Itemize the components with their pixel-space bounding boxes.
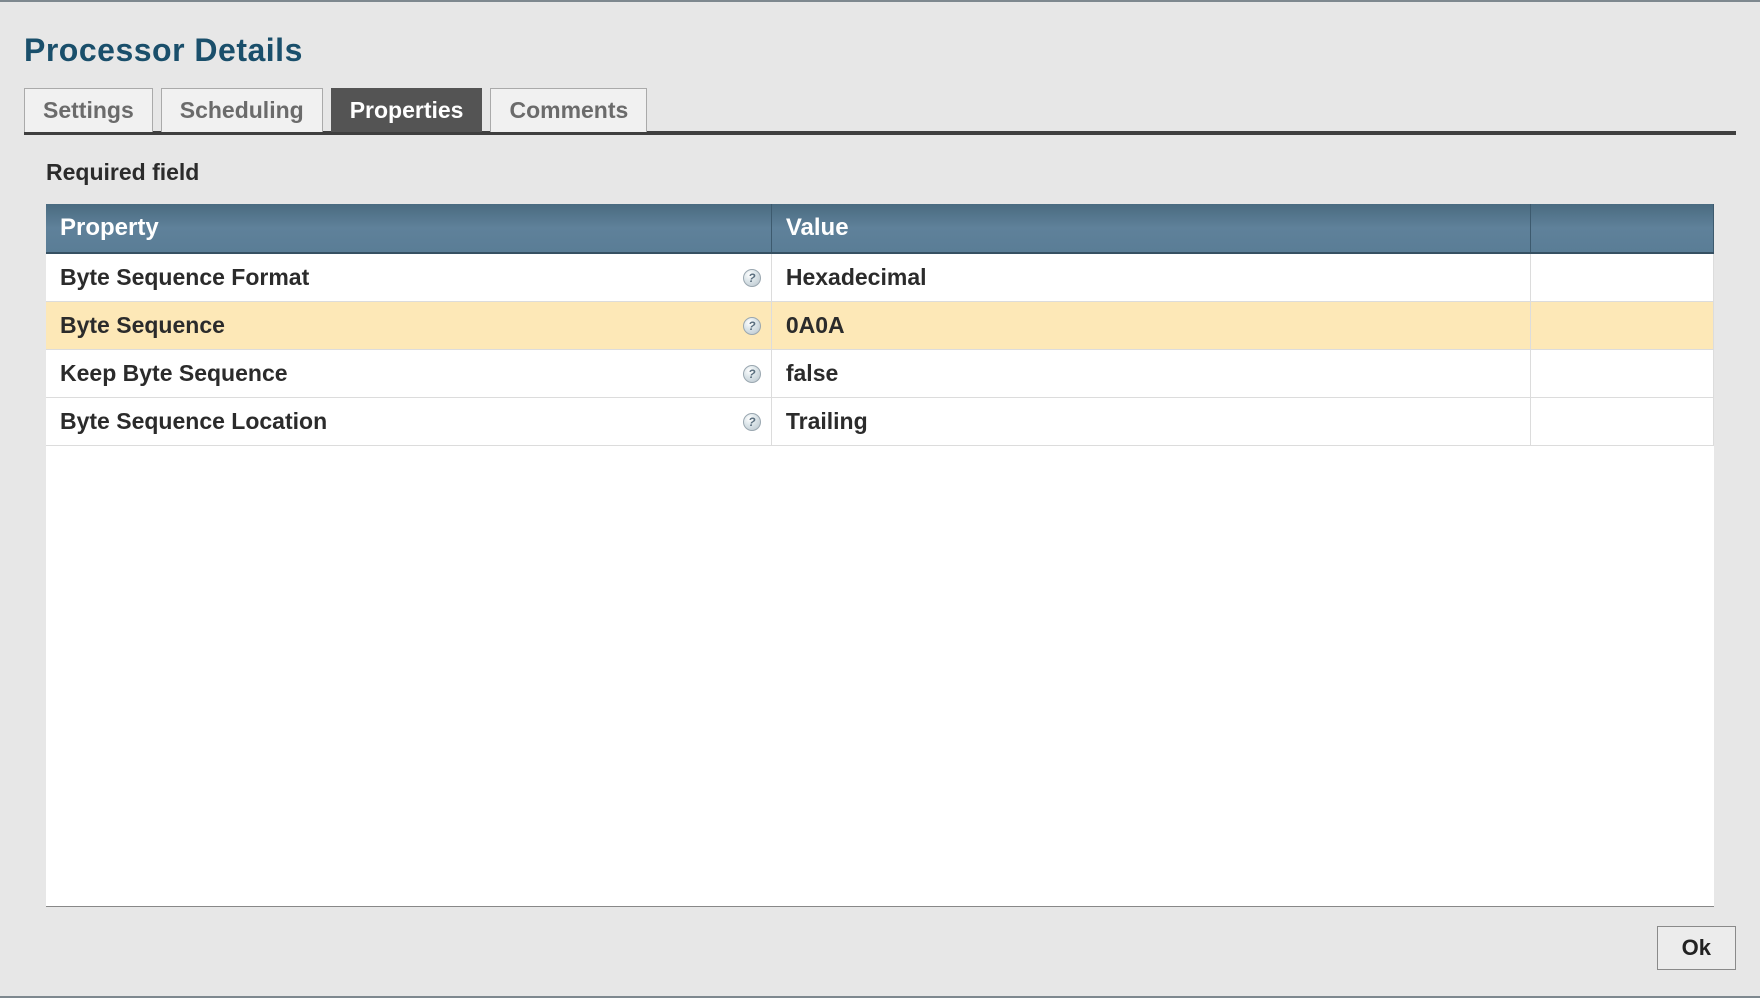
property-cell[interactable]: Byte Sequence Format? [46, 253, 771, 302]
extra-cell[interactable] [1530, 302, 1713, 350]
property-name: Keep Byte Sequence [60, 360, 288, 386]
extra-cell[interactable] [1530, 253, 1713, 302]
help-icon[interactable]: ? [743, 269, 761, 287]
property-value: false [786, 360, 838, 386]
help-icon[interactable]: ? [743, 317, 761, 335]
property-name: Byte Sequence [60, 312, 225, 338]
help-icon[interactable]: ? [743, 365, 761, 383]
extra-cell[interactable] [1530, 350, 1713, 398]
value-cell[interactable]: 0A0A [771, 302, 1530, 350]
property-cell[interactable]: Keep Byte Sequence? [46, 350, 771, 398]
col-header-extra[interactable] [1530, 204, 1713, 253]
table-header-row: Property Value [46, 204, 1714, 253]
tab-bar: Settings Scheduling Properties Comments [24, 87, 1736, 135]
property-value: Hexadecimal [786, 264, 927, 290]
tab-settings[interactable]: Settings [24, 88, 153, 132]
property-cell[interactable]: Byte Sequence? [46, 302, 771, 350]
dialog-title: Processor Details [24, 2, 1736, 87]
tab-scheduling[interactable]: Scheduling [161, 88, 323, 132]
table-row[interactable]: Byte Sequence? 0A0A [46, 302, 1714, 350]
table-body: Byte Sequence Format?HexadecimalByte Seq… [46, 253, 1714, 446]
tab-properties[interactable]: Properties [331, 88, 483, 132]
properties-panel: Required field Property Value Byte Seque… [24, 153, 1736, 907]
value-cell[interactable]: Trailing [771, 398, 1530, 446]
extra-cell[interactable] [1530, 398, 1713, 446]
table-row[interactable]: Byte Sequence Format? Hexadecimal [46, 253, 1714, 302]
required-field-label: Required field [24, 153, 1736, 204]
property-value: Trailing [786, 408, 868, 434]
properties-table: Property Value Byte Sequence Format? Hexa… [46, 204, 1714, 446]
tab-comments[interactable]: Comments [490, 88, 647, 132]
value-cell[interactable]: Hexadecimal [771, 253, 1530, 302]
property-value: 0A0A [786, 312, 845, 338]
property-name: Byte Sequence Format [60, 264, 309, 290]
processor-details-dialog: Processor Details Settings Scheduling Pr… [0, 0, 1760, 998]
col-header-value[interactable]: Value [771, 204, 1530, 253]
table-row[interactable]: Keep Byte Sequence? false [46, 350, 1714, 398]
property-name: Byte Sequence Location [60, 408, 327, 434]
grid-empty-area [46, 446, 1714, 906]
value-cell[interactable]: false [771, 350, 1530, 398]
help-icon[interactable]: ? [743, 413, 761, 431]
table-row[interactable]: Byte Sequence Location? Trailing [46, 398, 1714, 446]
col-header-property[interactable]: Property [46, 204, 771, 253]
ok-button[interactable]: Ok [1657, 926, 1736, 970]
property-cell[interactable]: Byte Sequence Location? [46, 398, 771, 446]
properties-grid: Property Value Byte Sequence Format? Hexa… [46, 204, 1714, 907]
